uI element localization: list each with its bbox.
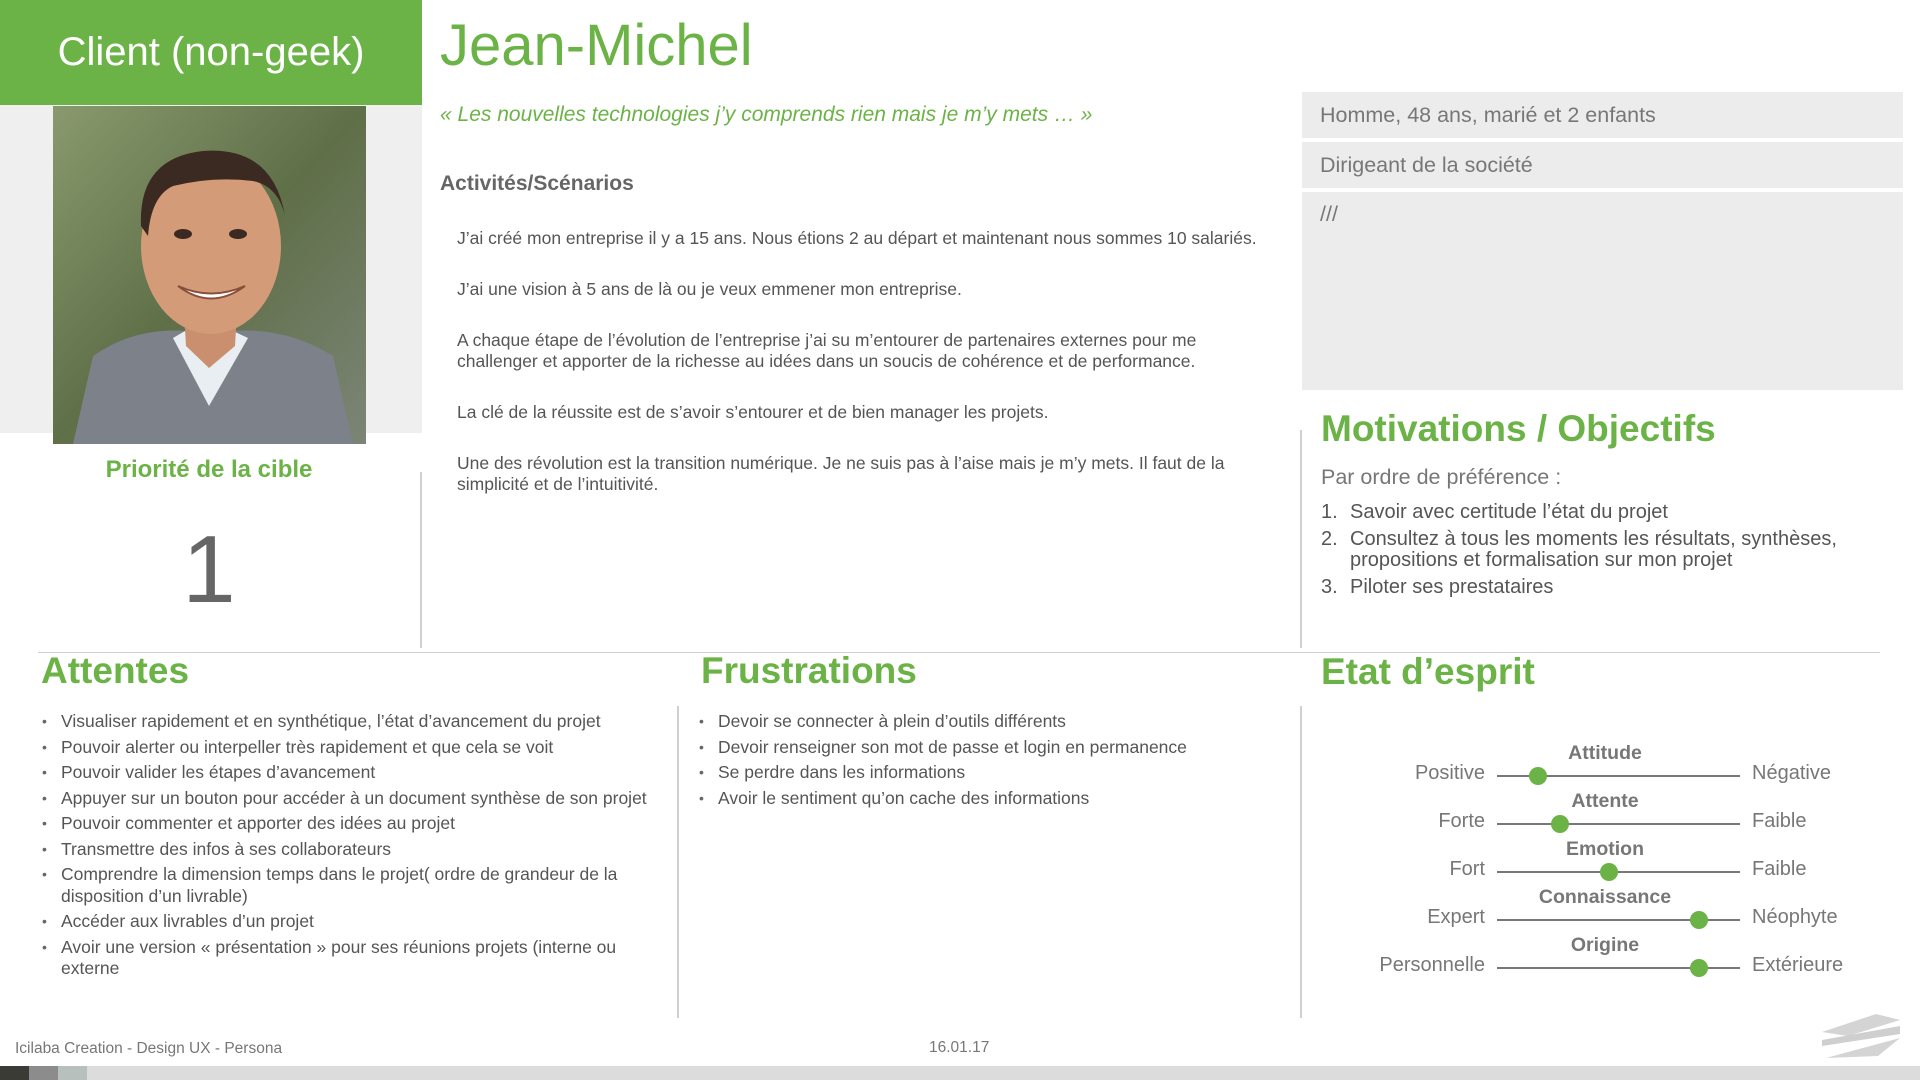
attente-item: Accéder aux livrables d’un projet — [41, 911, 661, 933]
slider-right-label: Négative — [1752, 762, 1831, 784]
slider-emotion: Emotion Fort Faible — [1300, 838, 1920, 886]
slider-handle — [1551, 815, 1570, 833]
activity-item: La clé de la réussite est de s’avoir s’e… — [457, 402, 1049, 422]
activity-item: J’ai créé mon entreprise il y a 15 ans. … — [457, 228, 1257, 248]
slider-left-label: Expert — [1427, 906, 1485, 928]
slider-handle — [1689, 959, 1708, 977]
slider-left-label: Personnelle — [1379, 954, 1485, 976]
frustrations-list: Devoir se connecter à plein d’outils dif… — [698, 711, 1258, 813]
activity-item: A chaque étape de l’évolution de l’entre… — [457, 330, 1197, 371]
slider-attitude: Attitude Positive Négative — [1300, 742, 1920, 790]
divider-horizontal — [38, 652, 1880, 653]
slider-left-label: Fort — [1449, 858, 1485, 880]
motivation-text: Consultez à tous les moments les résulta… — [1350, 528, 1837, 571]
priority-label: Priorité de la cible — [105, 456, 313, 483]
frustration-item: Avoir le sentiment qu’on cache des infor… — [698, 788, 1258, 810]
slider-right-label: Faible — [1752, 858, 1807, 880]
motivations-title: Motivations / Objectifs — [1321, 408, 1716, 449]
footer-credit: Icilaba Creation - Design UX - Persona — [15, 1040, 283, 1057]
attente-item: Avoir une version « présentation » pour … — [41, 937, 661, 980]
footer-swatch — [0, 1066, 29, 1080]
attentes-title: Attentes — [41, 650, 190, 691]
motivation-text: Piloter ses prestataires — [1350, 576, 1554, 598]
slider-title: Emotion — [1566, 838, 1644, 860]
frustration-item: Devoir se connecter à plein d’outils dif… — [698, 711, 1258, 733]
motivation-number: 2. — [1321, 528, 1338, 550]
motivation-item: 1. Savoir avec certitude l’état du projet — [1321, 502, 1881, 523]
attente-item: Pouvoir alerter ou interpeller très rapi… — [41, 737, 661, 759]
activities-title: Activités/Scénarios — [440, 172, 634, 195]
motivations-subtitle: Par ordre de préférence : — [1321, 465, 1562, 489]
slider-attente: Attente Forte Faible — [1300, 790, 1920, 838]
frustration-item: Se perdre dans les informations — [698, 762, 1258, 784]
attente-item: Visualiser rapidement et en synthétique,… — [41, 711, 661, 733]
persona-photo — [53, 106, 366, 444]
footer-swatch — [58, 1066, 87, 1080]
motivation-item: 3. Piloter ses prestataires — [1321, 577, 1881, 598]
etat-esprit-title: Etat d’esprit — [1321, 651, 1535, 692]
footer-bar — [0, 1066, 1920, 1080]
attente-item: Comprendre la dimension temps dans le pr… — [41, 864, 661, 907]
brand-logo-icon — [1822, 1014, 1900, 1058]
slider-track — [1497, 767, 1740, 785]
frustration-item: Devoir renseigner son mot de passe et lo… — [698, 737, 1258, 759]
motivation-number: 1. — [1321, 501, 1338, 523]
persona-type-badge: Client (non-geek) — [0, 0, 422, 105]
divider-right — [1300, 430, 1302, 648]
attente-item: Transmettre des infos à ses collaborateu… — [41, 839, 661, 861]
activities-list: J’ai créé mon entreprise il y a 15 ans. … — [457, 228, 1257, 525]
motivation-number: 3. — [1321, 576, 1338, 598]
slider-handle — [1599, 863, 1618, 881]
footer-swatch — [29, 1066, 58, 1080]
footer-date: 16.01.17 — [929, 1039, 990, 1056]
priority-value: 1 — [182, 516, 236, 623]
motivations-list: 1. Savoir avec certitude l’état du projet… — [1321, 502, 1881, 604]
divider-bottom-left — [677, 706, 679, 1018]
frustrations-title: Frustrations — [701, 650, 917, 691]
slider-right-label: Extérieure — [1752, 954, 1844, 976]
attente-item: Pouvoir commenter et apporter des idées … — [41, 813, 661, 835]
portrait-image — [53, 106, 366, 444]
attente-item: Appuyer sur un bouton pour accéder à un … — [41, 788, 661, 810]
slider-left-label: Positive — [1414, 762, 1485, 784]
slider-connaissance: Connaissance Expert Néophyte — [1300, 886, 1920, 934]
activity-item: Une des révolution est la transition num… — [457, 453, 1225, 494]
persona-name: Jean-Michel — [440, 13, 753, 78]
info-role: Dirigeant de la société — [1302, 142, 1903, 188]
slider-handle — [1689, 911, 1708, 929]
info-demographics: Homme, 48 ans, marié et 2 enfants — [1302, 92, 1903, 138]
divider-left — [420, 472, 422, 648]
slider-track — [1497, 815, 1740, 833]
slider-origine: Origine Personnelle Extérieure — [1300, 934, 1920, 982]
persona-quote: « Les nouvelles technologies j’y compren… — [440, 103, 1093, 126]
activity-item: J’ai une vision à 5 ans de là ou je veux… — [457, 279, 962, 299]
slider-right-label: Néophyte — [1752, 906, 1838, 928]
slider-track — [1497, 911, 1740, 929]
slider-right-label: Faible — [1752, 810, 1807, 832]
slider-handle — [1529, 767, 1548, 785]
slider-left-label: Forte — [1438, 810, 1485, 832]
motivation-text: Savoir avec certitude l’état du projet — [1350, 501, 1668, 523]
attentes-list: Visualiser rapidement et en synthétique,… — [41, 711, 661, 984]
attente-item: Pouvoir valider les étapes d’avancement — [41, 762, 661, 784]
slider-title: Attente — [1571, 790, 1639, 812]
slider-track — [1497, 863, 1740, 881]
motivation-item: 2. Consultez à tous les moments les résul… — [1321, 529, 1881, 571]
info-notes: /// — [1302, 192, 1903, 390]
slider-track — [1497, 959, 1740, 977]
